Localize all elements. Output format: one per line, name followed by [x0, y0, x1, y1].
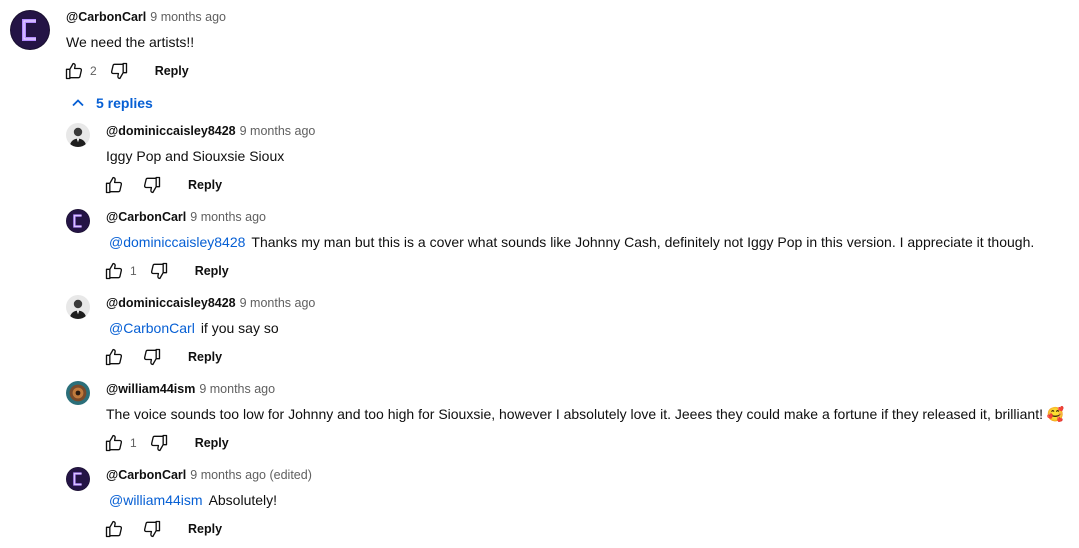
comment-text: We need the artists!! — [66, 34, 194, 50]
like-count: 1 — [130, 264, 137, 278]
like-count: 1 — [130, 436, 137, 450]
comment-actions: 2 Reply — [62, 59, 189, 83]
like-button[interactable] — [102, 259, 126, 283]
comment-author[interactable]: @CarbonCarl — [66, 10, 146, 24]
reply-text: @william44ism Absolutely! — [109, 492, 277, 508]
thumbs-down-icon — [142, 519, 162, 539]
dislike-button[interactable] — [107, 59, 131, 83]
like-button[interactable] — [102, 517, 126, 541]
reply-body: The voice sounds too low for Johnny and … — [106, 406, 1065, 422]
reply-time[interactable]: 9 months ago — [190, 210, 266, 224]
reply-text: @dominiccaisley8428 Thanks my man but thi… — [109, 234, 1034, 250]
reply-header: @CarbonCarl 9 months ago (edited) — [106, 468, 312, 482]
reply-actions: Reply — [102, 517, 222, 541]
thumbs-up-icon — [104, 347, 124, 367]
comment-body: We need the artists!! — [66, 34, 195, 50]
carboncarl-avatar-icon — [66, 209, 90, 233]
reply-header: @dominiccaisley8428 9 months ago — [106, 124, 315, 138]
reply-text: Iggy Pop and Siouxsie Sioux — [106, 148, 284, 164]
thumbs-down-icon — [149, 433, 169, 453]
avatar[interactable] — [66, 295, 90, 319]
reply-header: @CarbonCarl 9 months ago — [106, 210, 266, 224]
reply-time[interactable]: 9 months ago — [240, 296, 316, 310]
dislike-button[interactable] — [147, 431, 171, 455]
reply-author[interactable]: @william44ism — [106, 382, 195, 396]
reply-button[interactable]: Reply — [195, 436, 229, 450]
mention-link[interactable]: @william44ism — [109, 492, 203, 508]
dislike-button[interactable] — [140, 173, 164, 197]
like-button[interactable] — [62, 59, 86, 83]
avatar[interactable] — [66, 209, 90, 233]
dominiccaisley-avatar-icon — [66, 295, 90, 319]
thumbs-down-icon — [142, 175, 162, 195]
avatar[interactable] — [10, 10, 50, 50]
william44ism-avatar-icon — [66, 381, 90, 405]
avatar[interactable] — [66, 467, 90, 491]
dislike-button[interactable] — [147, 259, 171, 283]
like-button[interactable] — [102, 345, 126, 369]
reply-header: @dominiccaisley8428 9 months ago — [106, 296, 315, 310]
replies-toggle-button[interactable]: 5 replies — [70, 95, 153, 111]
dislike-button[interactable] — [140, 517, 164, 541]
reply-time[interactable]: 9 months ago — [240, 124, 316, 138]
reply-author[interactable]: @dominiccaisley8428 — [106, 296, 236, 310]
comment-time[interactable]: 9 months ago — [150, 10, 226, 24]
reply-button[interactable]: Reply — [155, 64, 189, 78]
carboncarl-avatar-icon — [66, 467, 90, 491]
reply-actions: Reply — [102, 173, 222, 197]
reply-actions: 1 Reply — [102, 431, 229, 455]
avatar[interactable] — [66, 381, 90, 405]
mention-link[interactable]: @CarbonCarl — [109, 320, 195, 336]
reply-header: @william44ism 9 months ago — [106, 382, 275, 396]
like-count: 2 — [90, 64, 97, 78]
thumbs-up-icon — [104, 261, 124, 281]
reply-button[interactable]: Reply — [188, 178, 222, 192]
reply-button[interactable]: Reply — [188, 350, 222, 364]
carboncarl-avatar-icon — [10, 10, 50, 50]
like-button[interactable] — [102, 173, 126, 197]
replies-toggle-label: 5 replies — [96, 95, 153, 111]
reply-time[interactable]: 9 months ago (edited) — [190, 468, 312, 482]
thumbs-up-icon — [104, 433, 124, 453]
reply-body: Thanks my man but this is a cover what s… — [251, 234, 1035, 250]
thumbs-up-icon — [104, 519, 124, 539]
reply-body: if you say so — [200, 320, 279, 336]
reply-actions: Reply — [102, 345, 222, 369]
reply-button[interactable]: Reply — [195, 264, 229, 278]
thumbs-down-icon — [149, 261, 169, 281]
reply-text: The voice sounds too low for Johnny and … — [106, 406, 1064, 423]
reply-actions: 1 Reply — [102, 259, 229, 283]
reply-author[interactable]: @CarbonCarl — [106, 468, 186, 482]
dominiccaisley-avatar-icon — [66, 123, 90, 147]
thumbs-down-icon — [142, 347, 162, 367]
thumbs-up-icon — [104, 175, 124, 195]
thumbs-up-icon — [64, 61, 84, 81]
chevron-up-icon — [72, 99, 84, 107]
dislike-button[interactable] — [140, 345, 164, 369]
reply-author[interactable]: @CarbonCarl — [106, 210, 186, 224]
mention-link[interactable]: @dominiccaisley8428 — [109, 234, 245, 250]
reply-body: Iggy Pop and Siouxsie Sioux — [106, 148, 285, 164]
reply-body: Absolutely! — [208, 492, 278, 508]
avatar[interactable] — [66, 123, 90, 147]
comment-header: @CarbonCarl 9 months ago — [66, 10, 226, 24]
reply-text: @CarbonCarl if you say so — [109, 320, 279, 336]
reply-author[interactable]: @dominiccaisley8428 — [106, 124, 236, 138]
reply-time[interactable]: 9 months ago — [199, 382, 275, 396]
like-button[interactable] — [102, 431, 126, 455]
reply-button[interactable]: Reply — [188, 522, 222, 536]
thumbs-down-icon — [109, 61, 129, 81]
